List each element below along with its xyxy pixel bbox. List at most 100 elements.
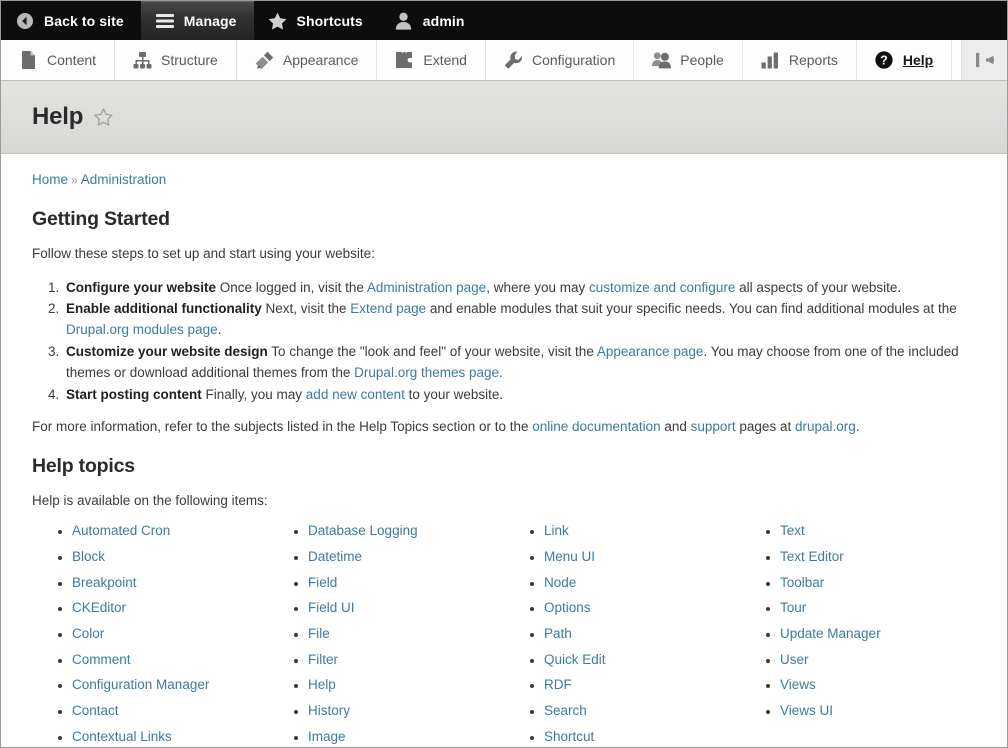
help-topic-link[interactable]: Toolbar: [780, 575, 824, 590]
help-topic-link[interactable]: File: [308, 626, 330, 641]
step-2-text-2: and enable modules that suit your specif…: [426, 301, 957, 317]
help-topic-item: Field UI: [308, 601, 504, 615]
back-to-site-button[interactable]: Back to site: [1, 1, 141, 40]
collapse-left-icon[interactable]: [962, 40, 1007, 80]
help-topic-link[interactable]: Text: [780, 523, 805, 538]
getting-started-step: Customize your website design To change …: [63, 342, 976, 384]
help-topic-link[interactable]: Search: [544, 703, 587, 718]
breadcrumb-home-link[interactable]: Home: [32, 172, 68, 187]
help-topic-link[interactable]: Database Logging: [308, 523, 418, 538]
help-topic-link[interactable]: Comment: [72, 652, 131, 667]
menu-item-appearance-label: Appearance: [282, 52, 359, 68]
more-info-link-1[interactable]: online documentation: [532, 419, 660, 434]
star-outline-icon[interactable]: [94, 108, 113, 126]
more-info-link-3[interactable]: support: [691, 419, 736, 434]
help-topic-item: Path: [544, 626, 740, 641]
help-topic-item: Tour: [780, 601, 976, 615]
step-title: Configure your website: [66, 279, 217, 295]
help-topic-link[interactable]: Update Manager: [780, 626, 881, 641]
shortcuts-tab[interactable]: Shortcuts: [254, 1, 380, 40]
help-topic-item: Configuration Manager: [72, 678, 268, 692]
user-account-tab[interactable]: admin: [380, 1, 482, 40]
menu-item-help[interactable]: ? Help: [857, 40, 953, 80]
menu-item-people[interactable]: People: [634, 40, 743, 80]
help-topic-link[interactable]: Block: [72, 549, 105, 564]
help-topic-item: Update Manager: [780, 626, 976, 641]
help-topic-link[interactable]: User: [780, 652, 809, 667]
breadcrumb-administration-link[interactable]: Administration: [81, 172, 167, 187]
menu-item-appearance[interactable]: Appearance: [237, 40, 378, 80]
step-2-link-3[interactable]: Drupal.org modules page: [66, 322, 218, 337]
help-topics-list: Database Logging Datetime Field Field UI Fil…: [268, 523, 504, 747]
menu-item-reports[interactable]: Reports: [743, 40, 857, 80]
help-topics-column: Database Logging Datetime Field Field UI Fil…: [268, 523, 504, 747]
help-topic-item: Text Editor: [780, 549, 976, 564]
help-topic-link[interactable]: Contact: [72, 703, 119, 718]
manage-tab[interactable]: Manage: [140, 1, 254, 40]
star-filled-icon: [268, 11, 288, 31]
help-topic-link[interactable]: Quick Edit: [544, 652, 606, 667]
help-topic-link[interactable]: Shortcut: [544, 729, 594, 744]
more-info-link-5[interactable]: drupal.org: [795, 419, 856, 434]
help-topic-link[interactable]: Datetime: [308, 549, 362, 564]
help-topic-link[interactable]: Configuration Manager: [72, 677, 209, 692]
help-question-icon: ?: [875, 51, 894, 70]
help-topic-link[interactable]: Path: [544, 626, 572, 641]
user-account-label: admin: [422, 12, 465, 29]
help-topics-column: Automated Cron Block Breakpoint CKEditor Col…: [32, 523, 268, 747]
menu-item-structure[interactable]: Structure: [115, 40, 237, 80]
help-topic-item: RDF: [544, 678, 740, 692]
configuration-wrench-icon: [504, 51, 523, 70]
help-topic-link[interactable]: Views UI: [780, 703, 833, 718]
help-topic-item: History: [308, 703, 504, 718]
more-information-paragraph: For more information, refer to the subje…: [32, 417, 976, 437]
menu-item-configuration[interactable]: Configuration: [486, 40, 635, 80]
more-info-text-6: .: [855, 419, 860, 435]
help-topics-list: Link Menu UI Node Options Path Quick Edit RDF S…: [504, 523, 740, 747]
step-3-link-1[interactable]: Appearance page: [597, 344, 704, 359]
help-topic-item: Contextual Links: [72, 729, 268, 744]
help-topic-link[interactable]: Breakpoint: [72, 575, 137, 590]
help-topic-link[interactable]: Link: [544, 523, 569, 538]
help-topic-link[interactable]: Color: [72, 626, 104, 641]
menu-item-extend-label: Extend: [423, 52, 467, 68]
help-topic-link[interactable]: Filter: [308, 652, 338, 667]
help-topic-item: Filter: [308, 652, 504, 667]
step-1-text-4: all aspects of your website.: [735, 279, 902, 295]
content-page-icon: [19, 51, 38, 70]
help-topic-item: Image: [308, 729, 504, 744]
help-topic-item: Comment: [72, 652, 268, 667]
step-2-link-1[interactable]: Extend page: [350, 301, 426, 316]
page-title: Help: [32, 103, 113, 131]
help-topic-link[interactable]: CKEditor: [72, 600, 126, 615]
menu-item-content[interactable]: Content: [1, 40, 116, 80]
help-topic-link[interactable]: History: [308, 703, 350, 718]
help-topic-link[interactable]: Image: [308, 729, 346, 744]
step-1-text-2: , where you may: [486, 279, 589, 295]
help-topic-link[interactable]: Contextual Links: [72, 729, 172, 744]
step-1-link-1[interactable]: Administration page: [367, 280, 486, 295]
help-topic-link[interactable]: Node: [544, 575, 576, 590]
help-topic-link[interactable]: Tour: [780, 600, 806, 615]
help-topics-column: Text Text Editor Toolbar Tour Update Manager…: [740, 524, 976, 747]
help-topic-link[interactable]: Menu UI: [544, 549, 595, 564]
help-topic-link[interactable]: Help: [308, 677, 336, 692]
more-info-text-4: pages at: [735, 419, 795, 435]
help-topic-link[interactable]: Field UI: [308, 600, 355, 615]
help-topics-list: Text Text Editor Toolbar Tour Update Manager…: [740, 524, 976, 718]
help-topic-item: Text: [780, 524, 976, 538]
help-topic-link[interactable]: Field: [308, 575, 337, 590]
step-1-link-3[interactable]: customize and configure: [589, 280, 735, 295]
hamburger-menu-icon: [155, 11, 175, 31]
menu-item-extend[interactable]: Extend: [377, 40, 486, 80]
help-topic-link[interactable]: RDF: [544, 677, 572, 692]
help-topic-link[interactable]: Views: [780, 677, 816, 692]
help-topic-link[interactable]: Text Editor: [780, 549, 844, 564]
extend-puzzle-icon: [395, 51, 414, 70]
help-topic-link[interactable]: Automated Cron: [72, 523, 170, 538]
step-4-link-1[interactable]: add new content: [306, 387, 405, 402]
help-topic-item: Views UI: [780, 703, 976, 718]
help-topic-link[interactable]: Options: [544, 600, 591, 615]
help-topic-item: Toolbar: [780, 575, 976, 590]
step-3-link-3[interactable]: Drupal.org themes page: [354, 365, 499, 380]
